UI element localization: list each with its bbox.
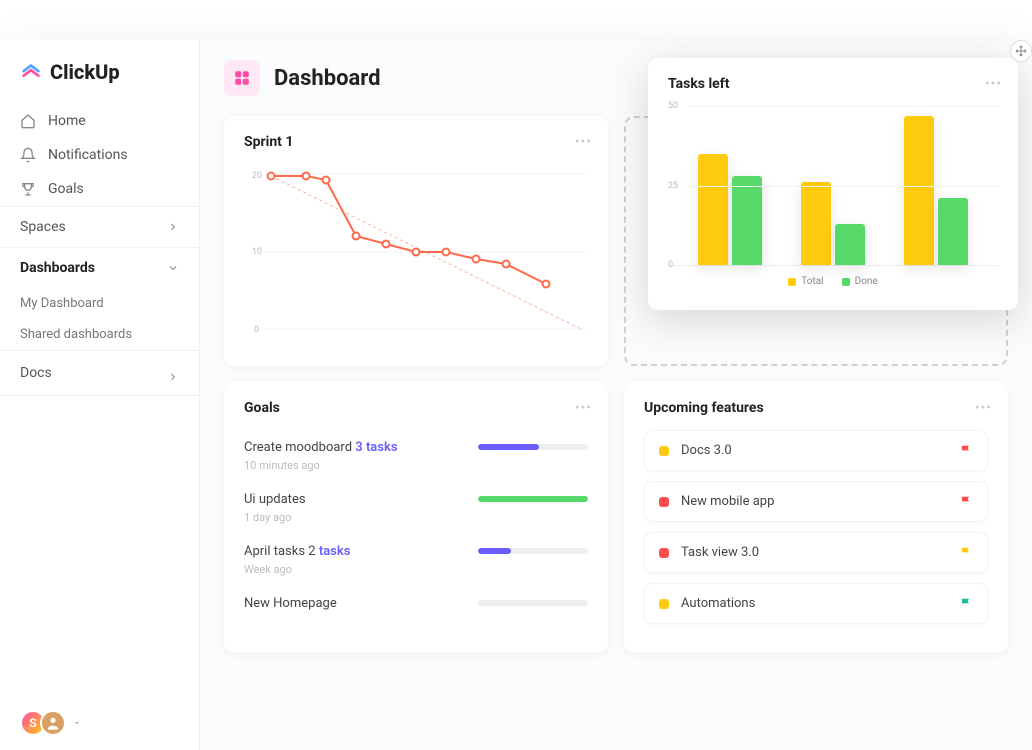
page-title: Dashboard: [274, 66, 381, 91]
more-icon[interactable]: •••: [985, 76, 1002, 92]
move-handle-icon[interactable]: [1010, 40, 1032, 62]
sidebar-footer: S: [0, 696, 199, 750]
goal-title: April tasks 2 tasks: [244, 544, 478, 559]
feature-item[interactable]: Docs 3.0: [644, 430, 988, 471]
legend-label: Done: [855, 276, 878, 287]
card-title: Tasks left: [668, 76, 998, 92]
nav-home[interactable]: Home: [0, 104, 199, 138]
bar: [732, 176, 762, 265]
status-dot: [659, 497, 669, 507]
bar: [801, 182, 831, 265]
card-title: Goals: [244, 400, 588, 416]
more-icon[interactable]: •••: [975, 400, 992, 416]
chevron-right-icon: [167, 221, 179, 233]
goals-card: Goals ••• Create moodboard 3 tasks 10 mi…: [224, 382, 608, 652]
section-label: Spaces: [20, 219, 66, 235]
card-title: Upcoming features: [644, 400, 988, 416]
status-dot: [659, 599, 669, 609]
sidebar-item-shared-dashboards[interactable]: Shared dashboards: [0, 319, 199, 350]
feature-item[interactable]: Automations: [644, 583, 988, 624]
feature-item[interactable]: Task view 3.0: [644, 532, 988, 573]
sidebar-item-my-dashboard[interactable]: My Dashboard: [0, 288, 199, 319]
dashboard-icon: [224, 60, 260, 96]
feature-label: Task view 3.0: [681, 545, 947, 560]
sidebar: ClickUp Home Notifications Goals Spaces …: [0, 40, 200, 750]
goal-time: 10 minutes ago: [244, 459, 478, 472]
nav-label: Home: [48, 113, 86, 129]
goal-item[interactable]: Ui updates 1 day ago: [244, 482, 588, 534]
sprint-card: Sprint 1 ••• 20 10 0: [224, 116, 608, 366]
upcoming-card: Upcoming features ••• Docs 3.0 New mobil…: [624, 382, 1008, 652]
caret-down-icon[interactable]: [72, 718, 82, 728]
flag-icon: [959, 546, 973, 560]
progress-bar: [478, 600, 588, 606]
bar: [835, 224, 865, 265]
feature-label: Automations: [681, 596, 947, 611]
flag-icon: [959, 495, 973, 509]
section-label: Docs: [20, 365, 52, 381]
tasks-left-chart: 50 25 0 Total Done: [668, 106, 998, 296]
progress-bar: [478, 548, 588, 554]
trophy-icon: [20, 181, 36, 197]
section-label: Dashboards: [20, 260, 95, 276]
svg-text:10: 10: [252, 247, 262, 257]
feature-label: New mobile app: [681, 494, 947, 509]
brand-text: ClickUp: [50, 60, 120, 84]
nav-goals[interactable]: Goals: [0, 172, 199, 206]
bar: [698, 154, 728, 265]
feature-item[interactable]: New mobile app: [644, 481, 988, 522]
goal-title: Create moodboard 3 tasks: [244, 440, 478, 455]
avatar[interactable]: [40, 710, 66, 736]
progress-bar: [478, 444, 588, 450]
card-title: Sprint 1: [244, 134, 588, 150]
more-icon[interactable]: •••: [575, 134, 592, 150]
clickup-logo-icon: [20, 61, 42, 83]
svg-text:20: 20: [252, 171, 262, 181]
section-dashboards[interactable]: Dashboards: [0, 247, 199, 288]
more-icon[interactable]: •••: [575, 400, 592, 416]
chart-legend: Total Done: [668, 276, 998, 287]
home-icon: [20, 113, 36, 129]
section-spaces[interactable]: Spaces: [0, 206, 199, 247]
bar: [904, 116, 934, 265]
tasks-left-card[interactable]: Tasks left ••• 50 25 0 Total Done: [648, 58, 1018, 310]
goal-title: New Homepage: [244, 596, 478, 611]
burndown-chart: 20 10 0: [244, 164, 588, 344]
goal-item[interactable]: New Homepage: [244, 586, 588, 625]
bar: [938, 198, 968, 265]
nav-label: Goals: [48, 181, 84, 197]
nav-notifications[interactable]: Notifications: [0, 138, 199, 172]
flag-icon: [959, 597, 973, 611]
goal-item[interactable]: April tasks 2 tasks Week ago: [244, 534, 588, 586]
svg-text:0: 0: [254, 325, 259, 335]
status-dot: [659, 446, 669, 456]
goal-time: 1 day ago: [244, 511, 478, 524]
feature-label: Docs 3.0: [681, 443, 947, 458]
status-dot: [659, 548, 669, 558]
flag-icon: [959, 444, 973, 458]
chevron-right-icon: [167, 371, 179, 383]
goal-title: Ui updates: [244, 492, 478, 507]
legend-label: Total: [801, 276, 823, 287]
section-docs[interactable]: Docs: [0, 350, 199, 396]
progress-bar: [478, 496, 588, 502]
logo[interactable]: ClickUp: [0, 60, 199, 104]
goal-time: Week ago: [244, 563, 478, 576]
nav-label: Notifications: [48, 147, 128, 163]
goal-item[interactable]: Create moodboard 3 tasks 10 minutes ago: [244, 430, 588, 482]
chevron-down-icon: [167, 262, 179, 274]
bell-icon: [20, 147, 36, 163]
